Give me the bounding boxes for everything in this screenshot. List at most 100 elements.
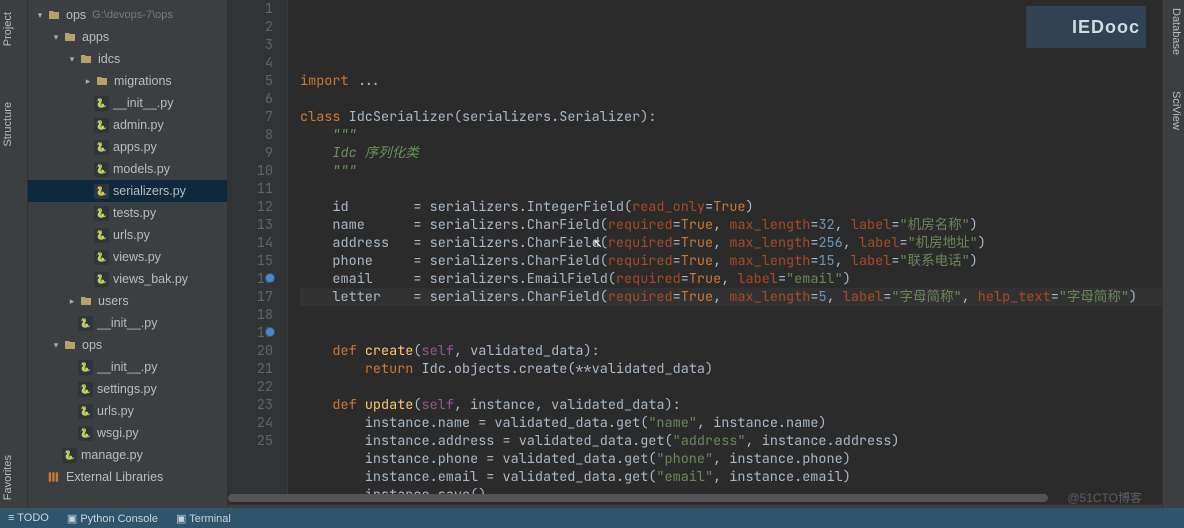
tree-file[interactable]: 🐍__init__.py: [28, 356, 227, 378]
tree-file[interactable]: 🐍__init__.py: [28, 92, 227, 114]
line-number[interactable]: 16: [228, 270, 273, 288]
line-number[interactable]: 17: [228, 288, 273, 306]
line-number[interactable]: 14: [228, 234, 273, 252]
chevron-down-icon[interactable]: ▾: [66, 54, 78, 65]
code-line[interactable]: instance.save(): [300, 486, 1162, 494]
code-line[interactable]: instance.phone = validated_data.get("pho…: [300, 450, 1162, 468]
token-doc: Idc 序列化类: [300, 144, 419, 162]
python-file-icon: 🐍: [94, 96, 109, 111]
line-number[interactable]: 25: [228, 432, 273, 450]
code-line[interactable]: """: [300, 162, 1162, 180]
code-line[interactable]: id = serializers.IntegerField(read_only=…: [300, 198, 1162, 216]
bottom-python-console[interactable]: ▣ Python Console: [67, 512, 158, 525]
line-number[interactable]: 6: [228, 90, 273, 108]
tree-file[interactable]: 🐍manage.py: [28, 444, 227, 466]
tab-database[interactable]: Database: [1163, 0, 1184, 63]
tree-folder[interactable]: ▸migrations: [28, 70, 227, 92]
line-number[interactable]: 11: [228, 180, 273, 198]
gutter-override-marker-icon[interactable]: [265, 273, 275, 283]
watermark-credit: @51CTO博客: [1067, 489, 1142, 506]
python-file-icon: 🐍: [62, 448, 77, 463]
project-tree[interactable]: ▾opsG:\devops-7\ops▾apps▾idcs▸migrations…: [28, 0, 228, 528]
chevron-right-icon[interactable]: ▸: [82, 76, 94, 87]
code-line[interactable]: Idc 序列化类: [300, 144, 1162, 162]
tree-file[interactable]: 🐍admin.py: [28, 114, 227, 136]
tree-file[interactable]: 🐍apps.py: [28, 136, 227, 158]
code-line[interactable]: import ...: [300, 72, 1162, 90]
line-number[interactable]: 24: [228, 414, 273, 432]
chevron-down-icon[interactable]: ▾: [34, 10, 46, 21]
tree-folder[interactable]: ▸ users: [28, 290, 227, 312]
token-plain: [300, 342, 332, 360]
tree-external-libs[interactable]: External Libraries: [28, 466, 227, 488]
code-line[interactable]: email = serializers.EmailField(required=…: [300, 270, 1162, 288]
chevron-down-icon[interactable]: ▾: [50, 340, 62, 351]
editor-horizontal-scrollbar[interactable]: [228, 494, 1048, 502]
line-number[interactable]: 1: [228, 0, 273, 18]
code-line[interactable]: return Idc.objects.create(**validated_da…: [300, 360, 1162, 378]
line-number[interactable]: 5: [228, 72, 273, 90]
code-line[interactable]: [300, 378, 1162, 396]
code-line[interactable]: [300, 180, 1162, 198]
tree-file[interactable]: 🐍settings.py: [28, 378, 227, 400]
tree-file[interactable]: 🐍urls.py: [28, 400, 227, 422]
chevron-down-icon[interactable]: ▾: [50, 32, 62, 43]
tree-file[interactable]: 🐍tests.py: [28, 202, 227, 224]
tree-folder[interactable]: ▾idcs: [28, 48, 227, 70]
tree-item-label: serializers.py: [113, 184, 186, 198]
code-line[interactable]: [300, 306, 1162, 324]
tree-file[interactable]: 🐍serializers.py: [28, 180, 227, 202]
line-number[interactable]: 15: [228, 252, 273, 270]
code-line[interactable]: address = serializers.CharField(required…: [300, 234, 1162, 252]
tree-folder[interactable]: ▾apps: [28, 26, 227, 48]
code-line[interactable]: [300, 324, 1162, 342]
line-number[interactable]: 23: [228, 396, 273, 414]
gutter-override-marker-icon[interactable]: [265, 327, 275, 337]
tree-file[interactable]: 🐍__init__.py: [28, 312, 227, 334]
code-line[interactable]: instance.email = validated_data.get("ema…: [300, 468, 1162, 486]
bottom-terminal[interactable]: ▣ Terminal: [176, 512, 231, 525]
code-line[interactable]: def update(self, instance, validated_dat…: [300, 396, 1162, 414]
token-op: =: [673, 288, 681, 306]
tree-file[interactable]: 🐍models.py: [28, 158, 227, 180]
tree-file[interactable]: 🐍urls.py: [28, 224, 227, 246]
line-number[interactable]: 8: [228, 126, 273, 144]
line-number[interactable]: 10: [228, 162, 273, 180]
line-number[interactable]: 22: [228, 378, 273, 396]
code-line[interactable]: class IdcSerializer(serializers.Serializ…: [300, 108, 1162, 126]
line-number[interactable]: 12: [228, 198, 273, 216]
line-number[interactable]: 18: [228, 306, 273, 324]
bottom-todo[interactable]: ≡ TODO: [8, 512, 49, 524]
tree-file[interactable]: 🐍wsgi.py: [28, 422, 227, 444]
tree-item-label: __init__.py: [97, 316, 157, 330]
code-content[interactable]: ↖ import ...class IdcSerializer(serializ…: [288, 0, 1162, 494]
tree-folder[interactable]: ▾opsG:\devops-7\ops: [28, 4, 227, 26]
code-line[interactable]: """: [300, 126, 1162, 144]
line-number[interactable]: 19: [228, 324, 273, 342]
line-number[interactable]: 9: [228, 144, 273, 162]
code-line[interactable]: phone = serializers.CharField(required=T…: [300, 252, 1162, 270]
line-number[interactable]: 2: [228, 18, 273, 36]
line-number[interactable]: 7: [228, 108, 273, 126]
code-line[interactable]: name = serializers.CharField(required=Tr…: [300, 216, 1162, 234]
tab-sciview[interactable]: SciView: [1163, 83, 1184, 138]
code-line[interactable]: [300, 90, 1162, 108]
code-line[interactable]: def create(self, validated_data):: [300, 342, 1162, 360]
tree-file[interactable]: 🐍views.py: [28, 246, 227, 268]
tab-structure[interactable]: Structure: [0, 94, 27, 155]
tab-project[interactable]: Project: [0, 4, 27, 54]
tree-folder[interactable]: ▾ops: [28, 334, 227, 356]
line-number[interactable]: 21: [228, 360, 273, 378]
line-number[interactable]: 3: [228, 36, 273, 54]
line-number[interactable]: 20: [228, 342, 273, 360]
tree-item-label: users: [98, 294, 129, 308]
line-number[interactable]: 13: [228, 216, 273, 234]
code-line[interactable]: instance.address = validated_data.get("a…: [300, 432, 1162, 450]
code-line[interactable]: instance.name = validated_data.get("name…: [300, 414, 1162, 432]
tree-file[interactable]: 🐍views_bak.py: [28, 268, 227, 290]
code-line[interactable]: letter = serializers.CharField(required=…: [300, 288, 1162, 306]
line-gutter[interactable]: 1234567891011121314151617181920212223242…: [228, 0, 288, 494]
line-number[interactable]: 4: [228, 54, 273, 72]
tab-favorites[interactable]: Favorites: [0, 447, 27, 508]
chevron-right-icon[interactable]: ▸: [66, 296, 78, 307]
